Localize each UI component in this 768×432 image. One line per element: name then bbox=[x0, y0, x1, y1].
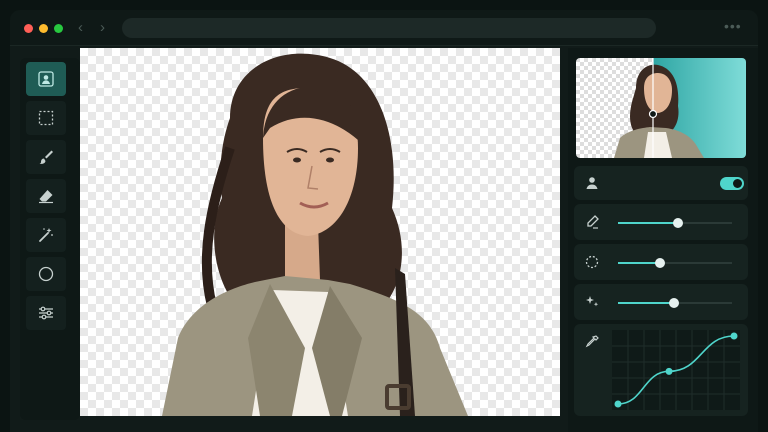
feather-slider[interactable] bbox=[618, 258, 732, 268]
properties-panel bbox=[568, 48, 758, 432]
eraser-tool[interactable] bbox=[26, 179, 66, 213]
person-icon bbox=[586, 177, 598, 189]
sliders-icon bbox=[39, 306, 53, 320]
curve-card bbox=[574, 324, 748, 416]
forward-icon[interactable]: › bbox=[100, 19, 105, 37]
eraser-icon bbox=[39, 190, 53, 204]
app-window: ‹ › ••• bbox=[10, 10, 758, 432]
refine-slider-fill bbox=[618, 302, 674, 304]
ellipse-select-tool[interactable] bbox=[26, 257, 66, 291]
subject-cutout-image bbox=[162, 53, 468, 416]
circle-select-icon bbox=[38, 266, 54, 282]
edge-pen-icon bbox=[587, 215, 599, 229]
refine-slider-knob[interactable] bbox=[668, 298, 679, 308]
subject-toggle[interactable] bbox=[720, 177, 744, 190]
title-bar: ‹ › ••• bbox=[10, 10, 758, 46]
image-canvas[interactable] bbox=[80, 48, 560, 416]
tool-sidebar bbox=[20, 58, 80, 420]
adjustments-tool[interactable] bbox=[26, 296, 66, 330]
tone-curve-graph[interactable] bbox=[612, 330, 740, 410]
preview-thumbnail bbox=[576, 58, 746, 158]
feather-slider-fill bbox=[618, 262, 661, 264]
maximize-window-button[interactable] bbox=[54, 24, 63, 33]
subject-toggle-row bbox=[574, 166, 748, 200]
magic-wand-icon bbox=[39, 228, 53, 242]
curve-control-point[interactable] bbox=[665, 367, 673, 375]
edge-slider-knob[interactable] bbox=[673, 218, 684, 228]
minimize-window-button[interactable] bbox=[39, 24, 48, 33]
back-icon[interactable]: ‹ bbox=[78, 19, 83, 37]
before-after-preview[interactable] bbox=[576, 58, 746, 158]
sparkle-icon bbox=[586, 296, 599, 307]
edge-slider-row bbox=[574, 204, 748, 240]
feather-circle-icon bbox=[585, 255, 599, 269]
feather-slider-row bbox=[574, 244, 748, 280]
brush-tool[interactable] bbox=[26, 140, 66, 174]
feather-slider-knob[interactable] bbox=[655, 258, 666, 268]
person-select-icon bbox=[38, 71, 54, 87]
close-window-button[interactable] bbox=[24, 24, 33, 33]
refine-slider-row bbox=[574, 284, 748, 320]
more-menu-icon[interactable]: ••• bbox=[724, 18, 742, 34]
magic-wand-tool[interactable] bbox=[26, 218, 66, 252]
eyedropper-icon[interactable] bbox=[584, 334, 600, 350]
marquee-tool[interactable] bbox=[26, 101, 66, 135]
marquee-select-icon bbox=[38, 110, 54, 126]
toggle-knob bbox=[733, 179, 742, 188]
edge-slider[interactable] bbox=[618, 218, 732, 228]
select-subject-tool[interactable] bbox=[26, 62, 66, 96]
edge-slider-fill bbox=[618, 222, 679, 224]
curve-control-point[interactable] bbox=[614, 400, 622, 408]
curve-control-point[interactable] bbox=[730, 332, 738, 340]
address-bar[interactable] bbox=[122, 18, 656, 38]
refine-slider[interactable] bbox=[618, 298, 732, 308]
brush-icon bbox=[39, 150, 53, 164]
